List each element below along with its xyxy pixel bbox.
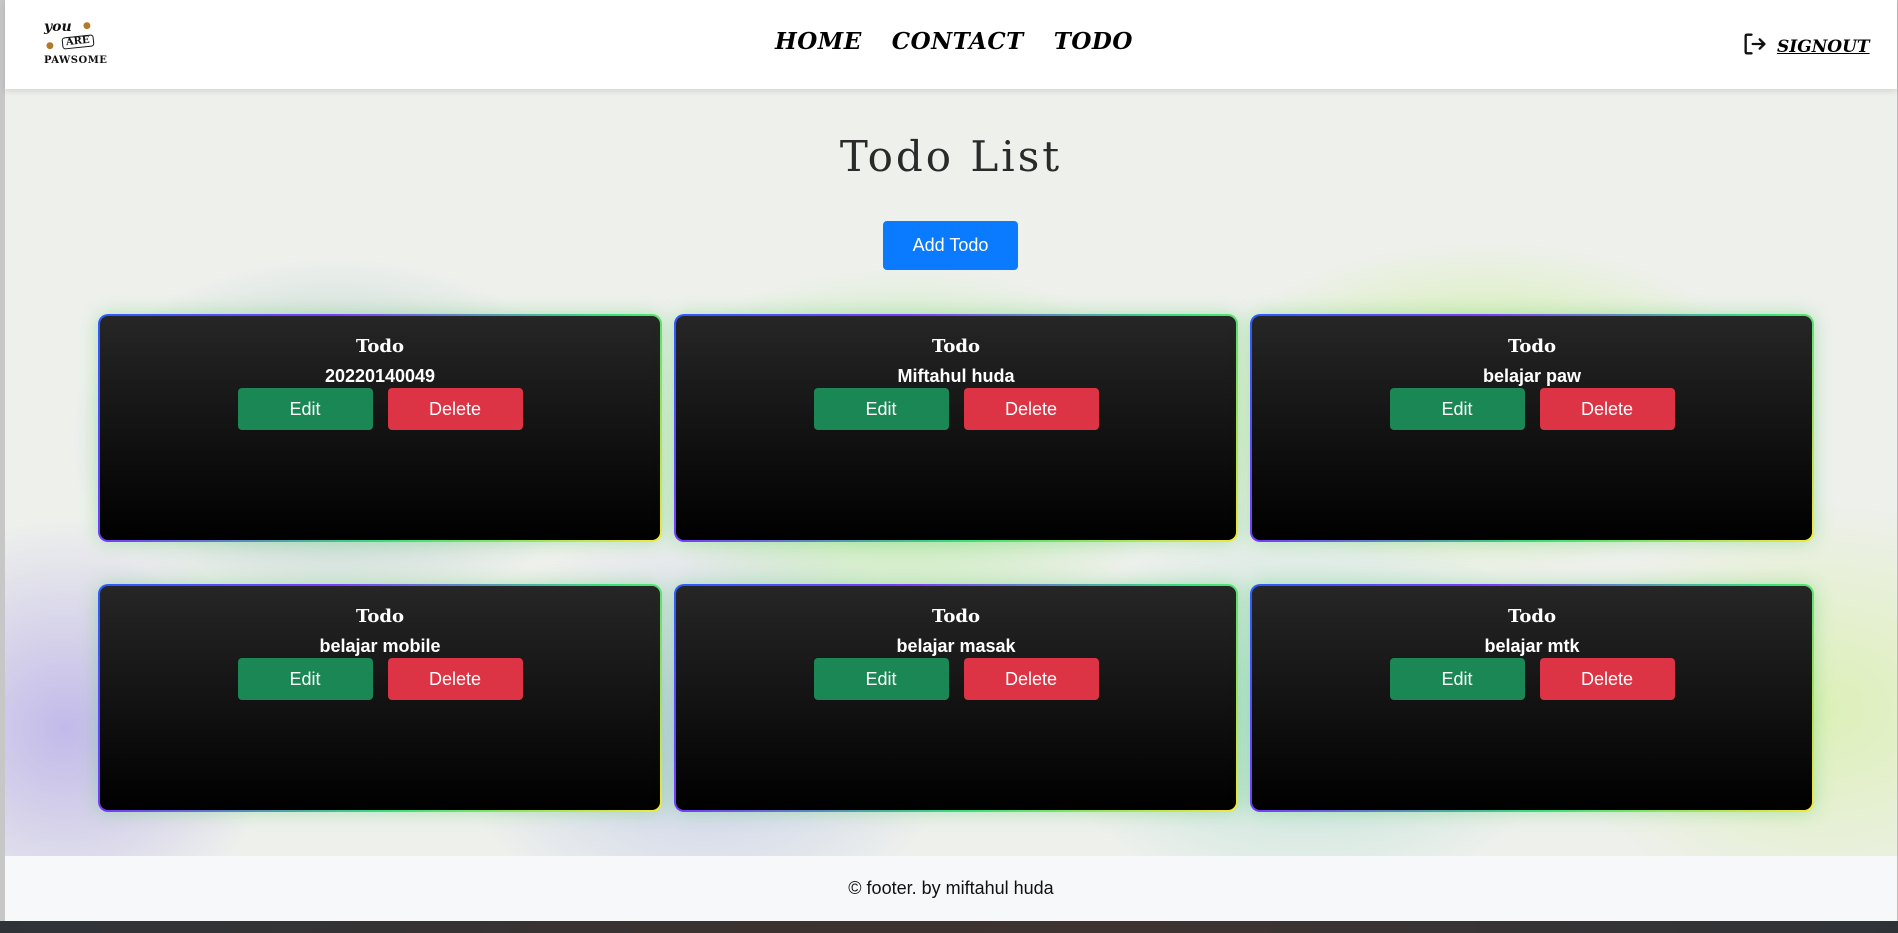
navbar: you ● ARE ● PAWSOME HOME CONTACT TODO SI… <box>5 0 1897 89</box>
todo-actions: Edit Delete <box>676 388 1236 430</box>
todo-grid: Todo 20220140049 Edit Delete Todo Miftah… <box>98 314 1814 812</box>
logo-text-pawsome: PAWSOME <box>44 55 108 66</box>
nav-link-home[interactable]: HOME <box>775 28 862 55</box>
todo-actions: Edit Delete <box>100 388 660 430</box>
todo-label: Todo <box>1508 606 1556 627</box>
todo-label: Todo <box>932 336 980 357</box>
todo-actions: Edit Delete <box>100 658 660 700</box>
delete-button[interactable]: Delete <box>963 388 1099 430</box>
todo-actions: Edit Delete <box>1252 658 1812 700</box>
edit-button[interactable]: Edit <box>237 388 373 430</box>
todo-actions: Edit Delete <box>1252 388 1812 430</box>
page-title: Todo List <box>839 132 1063 181</box>
todo-label: Todo <box>932 606 980 627</box>
logo-text-are: ARE <box>61 34 95 50</box>
todo-label: Todo <box>1508 336 1556 357</box>
edit-button[interactable]: Edit <box>1389 388 1525 430</box>
edit-button[interactable]: Edit <box>1389 658 1525 700</box>
todo-title: belajar paw <box>1482 366 1582 386</box>
todo-card: Todo belajar paw Edit Delete <box>1250 314 1814 542</box>
todo-card: Todo Miftahul huda Edit Delete <box>674 314 1238 542</box>
todo-title: belajar mtk <box>1484 636 1580 656</box>
todo-title: Miftahul huda <box>897 366 1015 386</box>
paw-icon: ● <box>46 41 54 51</box>
delete-button[interactable]: Delete <box>963 658 1099 700</box>
delete-button[interactable]: Delete <box>387 388 523 430</box>
todo-title: belajar mobile <box>319 636 441 656</box>
signout-link[interactable]: SIGNOUT <box>1741 30 1870 63</box>
nav-link-contact[interactable]: CONTACT <box>892 28 1024 55</box>
todo-actions: Edit Delete <box>676 658 1236 700</box>
todo-card: Todo belajar mobile Edit Delete <box>98 584 662 812</box>
logo-text-you: you <box>44 19 72 35</box>
nav-link-todo[interactable]: TODO <box>1054 28 1133 55</box>
todo-card: Todo belajar mtk Edit Delete <box>1250 584 1814 812</box>
edit-button[interactable]: Edit <box>813 658 949 700</box>
signout-icon <box>1741 30 1769 63</box>
main-nav: HOME CONTACT TODO <box>775 28 1133 55</box>
edit-button[interactable]: Edit <box>813 388 949 430</box>
brand-logo[interactable]: you ● ARE ● PAWSOME <box>40 18 107 74</box>
todo-card: Todo belajar masak Edit Delete <box>674 584 1238 812</box>
todo-card: Todo 20220140049 Edit Delete <box>98 314 662 542</box>
delete-button[interactable]: Delete <box>1539 658 1675 700</box>
paw-icon: ● <box>83 21 91 31</box>
delete-button[interactable]: Delete <box>1539 388 1675 430</box>
todo-label: Todo <box>356 606 404 627</box>
edit-button[interactable]: Edit <box>237 658 373 700</box>
browser-viewport: you ● ARE ● PAWSOME HOME CONTACT TODO SI… <box>0 0 1898 921</box>
delete-button[interactable]: Delete <box>387 658 523 700</box>
add-todo-button[interactable]: Add Todo <box>883 221 1018 270</box>
taskbar-strip <box>0 921 1898 933</box>
signout-label: SIGNOUT <box>1777 36 1870 57</box>
todo-title: 20220140049 <box>324 366 436 386</box>
main-content: Todo List Add Todo Todo 20220140049 Edit… <box>5 89 1897 856</box>
todo-label: Todo <box>356 336 404 357</box>
footer: © footer. by miftahul huda <box>5 856 1897 921</box>
footer-text: © footer. by miftahul huda <box>848 878 1054 898</box>
todo-title: belajar masak <box>896 636 1016 656</box>
